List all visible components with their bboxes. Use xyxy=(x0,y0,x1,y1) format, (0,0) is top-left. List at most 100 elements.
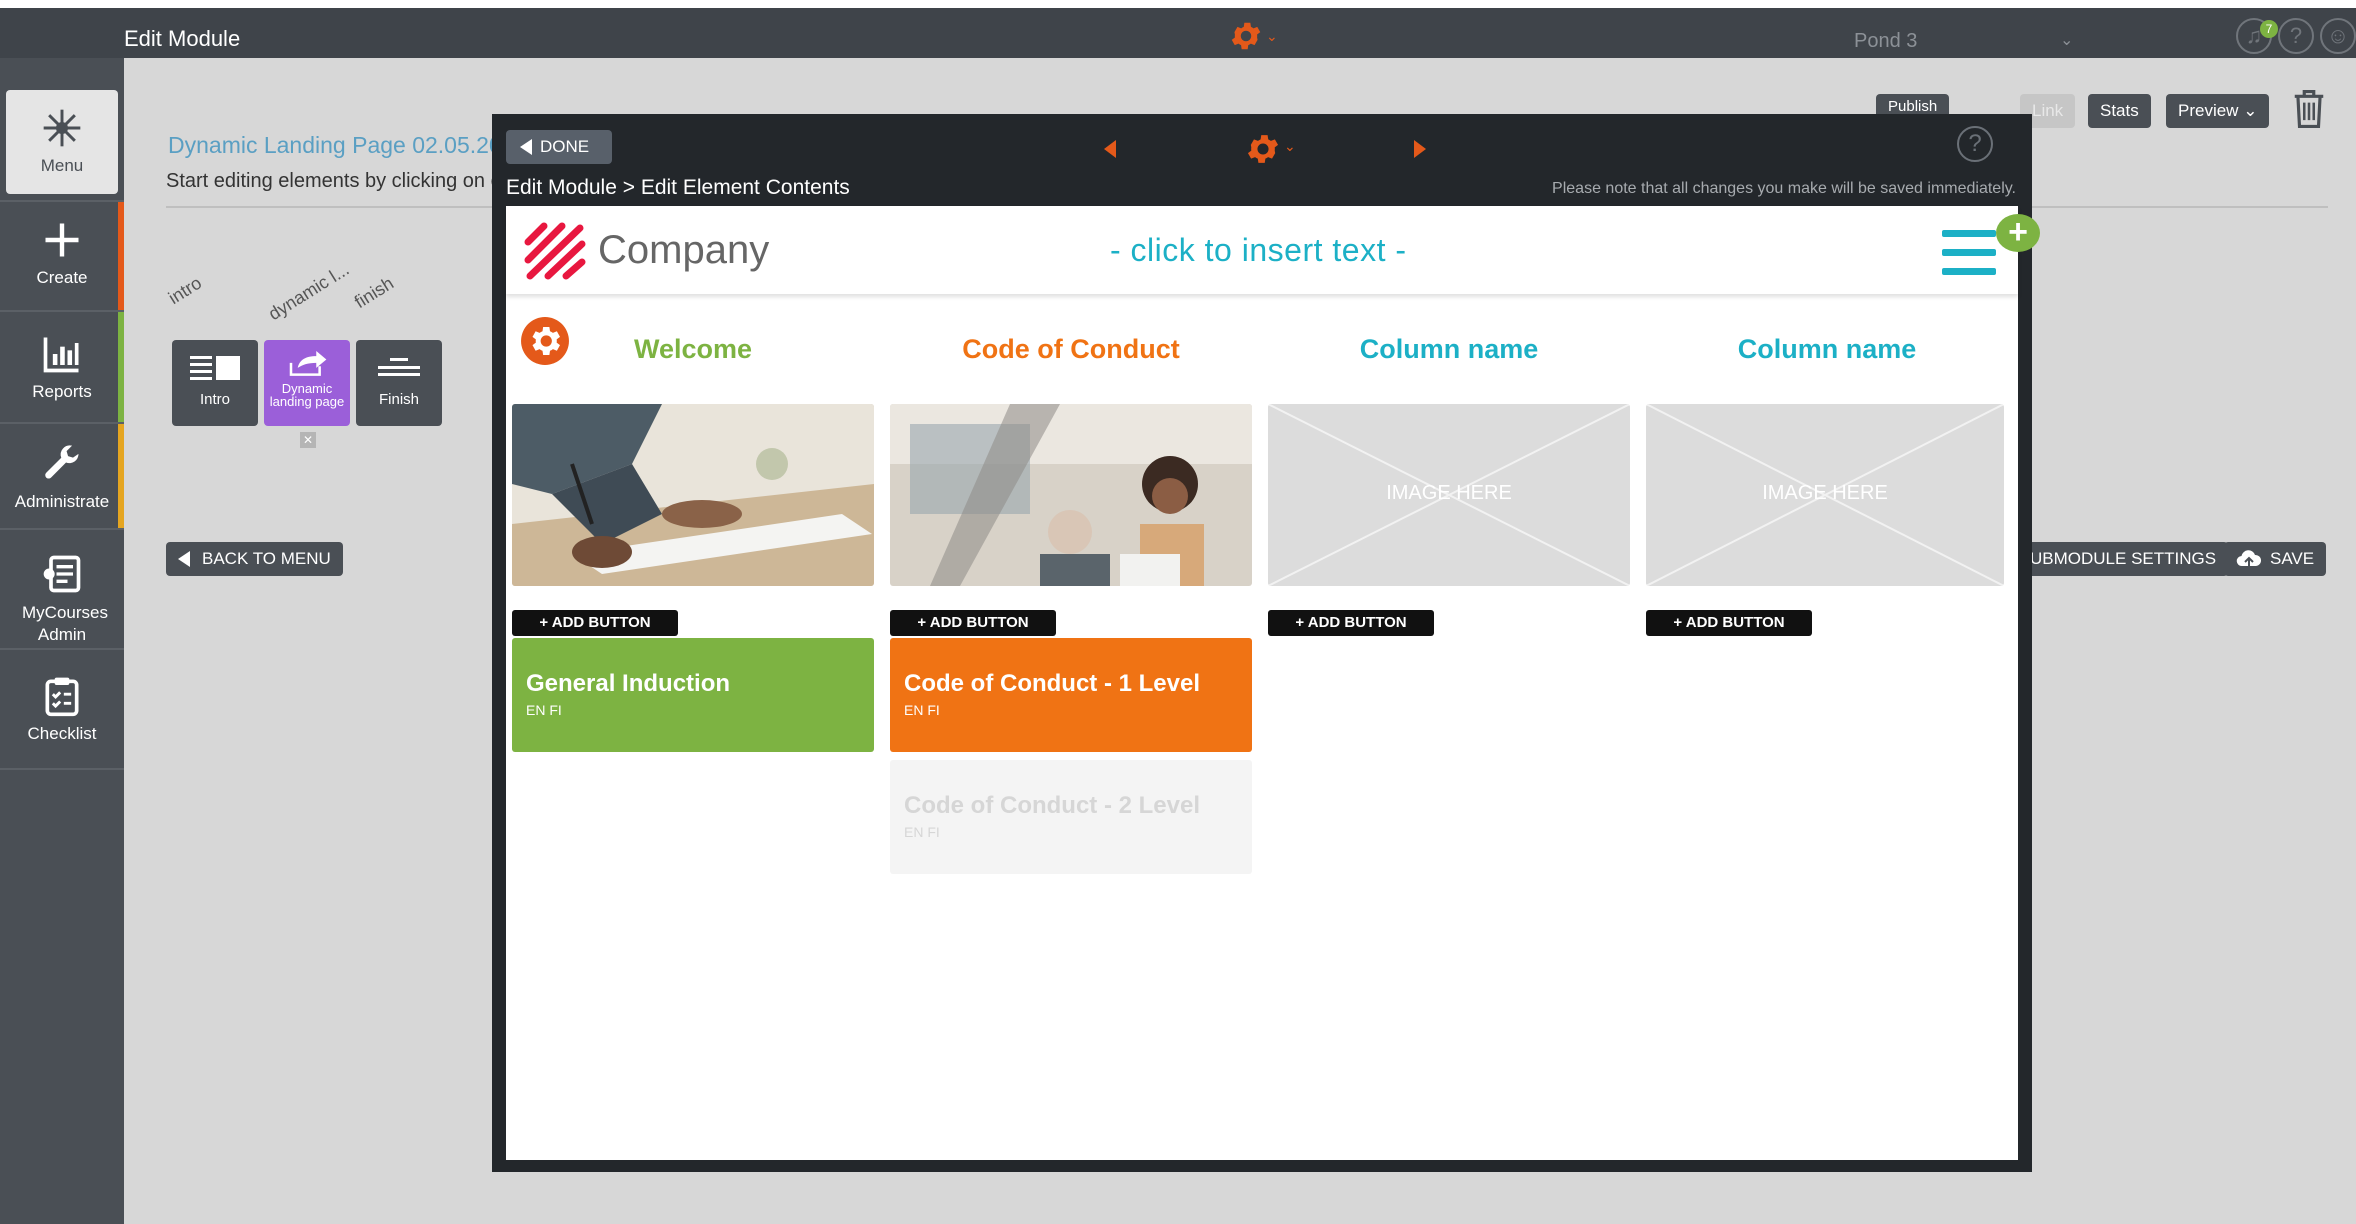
column-image-office[interactable] xyxy=(890,404,1252,586)
course-title: Code of Conduct - 2 Level xyxy=(904,792,1201,819)
sidebar-accent-green xyxy=(118,312,124,422)
step-tile-intro[interactable]: Intro xyxy=(172,340,258,426)
sidebar-item-mycourses-admin[interactable]: MyCourses Admin xyxy=(0,552,124,646)
help-icon[interactable]: ? xyxy=(2278,18,2314,54)
remove-step-icon[interactable]: ✕ xyxy=(300,432,316,448)
page-subtitle: Start editing elements by clicking on c xyxy=(166,170,501,192)
back-to-menu-button[interactable]: BACK TO MENU xyxy=(166,542,343,576)
courses-icon xyxy=(43,555,81,593)
clipboard-icon xyxy=(45,677,79,717)
course-languages: EN FI xyxy=(904,702,940,718)
course-card-code-of-conduct-1[interactable]: Code of Conduct - 1 Level EN FI xyxy=(890,638,1252,752)
image-placeholder-text: IMAGE HERE xyxy=(1762,482,1888,504)
back-arrow-icon xyxy=(520,139,532,155)
column-image-signing[interactable] xyxy=(512,404,874,586)
add-button[interactable]: + ADD BUTTON xyxy=(512,610,678,636)
gear-icon[interactable] xyxy=(1244,130,1282,168)
plus-icon xyxy=(45,223,79,257)
save-button[interactable]: SAVE xyxy=(2224,542,2327,576)
sidebar-item-label: Create xyxy=(36,268,88,287)
done-label: DONE xyxy=(540,137,590,156)
sidebar-item-administrate[interactable]: Administrate xyxy=(0,442,124,512)
sidebar: Menu Create Reports Administrate MyCours… xyxy=(0,58,124,1224)
divider xyxy=(2032,206,2328,208)
notification-count-badge: 7 xyxy=(2260,20,2278,38)
sidebar-divider xyxy=(0,422,124,424)
image-placeholder-text: IMAGE HERE xyxy=(1386,482,1512,504)
top-bar: Edit Module ⌄ Pond 3 ⌄ ♫ 7 ? ☺ xyxy=(0,8,2356,58)
divider xyxy=(166,206,494,208)
course-title: General Induction xyxy=(526,670,731,697)
sidebar-item-label: Menu xyxy=(40,156,84,175)
snowflake-icon xyxy=(43,109,81,147)
step-tile-finish[interactable]: Finish xyxy=(356,340,442,426)
previous-arrow-icon[interactable] xyxy=(1104,140,1116,158)
column-title[interactable]: Welcome xyxy=(512,334,874,365)
sidebar-divider xyxy=(0,648,124,650)
finish-layout-icon xyxy=(378,358,420,376)
cloud-upload-icon xyxy=(2236,550,2262,568)
add-button[interactable]: + ADD BUTTON xyxy=(1268,610,1434,636)
trash-icon[interactable] xyxy=(2290,88,2328,130)
column-title[interactable]: Column name xyxy=(1268,334,1630,365)
photo-illustration xyxy=(512,404,874,586)
bar-chart-icon xyxy=(43,337,79,373)
photo-illustration xyxy=(890,404,1252,586)
app-title: Edit Module xyxy=(124,26,241,51)
back-arrow-icon xyxy=(178,551,190,567)
intro-layout-icon xyxy=(190,356,240,380)
stats-button[interactable]: Stats xyxy=(2088,94,2151,128)
share-icon xyxy=(289,351,327,376)
course-languages: EN FI xyxy=(904,824,940,840)
preview-button-label: Preview xyxy=(2178,101,2239,120)
page-title: Dynamic Landing Page 02.05.20 xyxy=(168,132,502,158)
sidebar-item-checklist[interactable]: Checklist xyxy=(0,674,124,744)
user-avatar-icon[interactable]: ☺ xyxy=(2320,18,2356,54)
wrench-icon xyxy=(45,445,79,479)
gear-icon[interactable] xyxy=(1228,18,1264,54)
column-image-placeholder[interactable]: IMAGE HERE xyxy=(1268,404,1630,586)
next-arrow-icon[interactable] xyxy=(1414,140,1426,158)
help-icon[interactable]: ? xyxy=(1957,126,1993,162)
save-note: Please note that all changes you make wi… xyxy=(1552,180,2016,197)
sidebar-divider xyxy=(0,768,124,770)
chevron-down-icon[interactable]: ⌄ xyxy=(2060,30,2073,50)
insert-text-placeholder[interactable]: - click to insert text - xyxy=(1110,232,1407,269)
course-card-code-of-conduct-2[interactable]: Code of Conduct - 2 Level EN FI xyxy=(890,760,1252,874)
chevron-down-icon[interactable]: ⌄ xyxy=(1266,28,1278,45)
column-title[interactable]: Column name xyxy=(1646,334,2008,365)
preview-button[interactable]: Preview ⌄ xyxy=(2166,94,2270,128)
course-card-general-induction[interactable]: General Induction EN FI xyxy=(512,638,874,752)
step-tile-label: Dynamic landing page xyxy=(269,381,345,409)
column-title[interactable]: Code of Conduct xyxy=(890,334,1252,365)
course-title: Code of Conduct - 1 Level xyxy=(904,670,1201,697)
sidebar-divider xyxy=(0,200,124,202)
sidebar-item-create[interactable]: Create xyxy=(0,218,124,288)
landing-header: Company - click to insert text - + xyxy=(506,206,2040,294)
sidebar-divider xyxy=(0,310,124,312)
sidebar-item-reports[interactable]: Reports xyxy=(0,332,124,402)
top-strip xyxy=(0,0,2356,8)
sidebar-item-label: Reports xyxy=(32,382,92,401)
pond-selector[interactable]: Pond 3 xyxy=(1854,30,1917,53)
add-button[interactable]: + ADD BUTTON xyxy=(1646,610,1812,636)
sidebar-item-label: MyCourses Admin xyxy=(22,603,108,644)
chevron-down-icon: ⌄ xyxy=(2243,101,2258,120)
sidebar-item-label: Checklist xyxy=(27,724,97,743)
submodule-settings-button[interactable]: UBMODULE SETTINGS xyxy=(2018,542,2229,576)
breadcrumb: Edit Module > Edit Element Contents xyxy=(506,176,850,199)
sidebar-divider xyxy=(0,528,124,530)
sidebar-item-label: Administrate xyxy=(14,492,110,511)
save-label: SAVE xyxy=(2270,549,2315,568)
sidebar-item-menu[interactable]: Menu xyxy=(6,90,118,194)
company-name: Company xyxy=(598,228,770,272)
step-tile-label: Intro xyxy=(199,391,230,408)
done-button[interactable]: DONE xyxy=(506,130,612,164)
chevron-down-icon[interactable]: ⌄ xyxy=(1284,138,1296,155)
step-tile-dynamic-landing-page[interactable]: Dynamic landing page xyxy=(264,340,350,426)
hamburger-menu-icon[interactable] xyxy=(1942,230,1996,276)
add-menu-item-icon[interactable]: + xyxy=(1996,214,2040,252)
edit-element-modal: DONE ⌄ ? Edit Module > Edit Element Cont… xyxy=(492,114,2040,1172)
add-button[interactable]: + ADD BUTTON xyxy=(890,610,1056,636)
column-image-placeholder[interactable]: IMAGE HERE xyxy=(1646,404,2004,586)
